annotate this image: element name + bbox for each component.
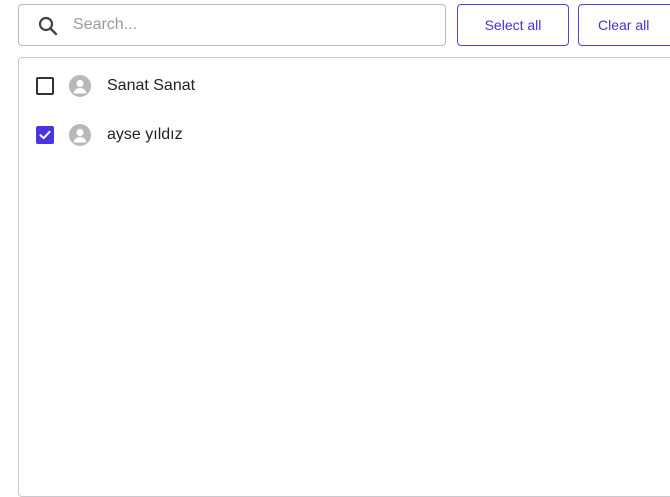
checkbox[interactable] (36, 77, 54, 95)
search-input[interactable] (73, 5, 433, 45)
person-icon (69, 124, 91, 146)
user-list: Sanat Sanat ayse yıldız (18, 57, 670, 497)
person-icon (69, 75, 91, 97)
checkmark-icon (39, 130, 51, 140)
search-box[interactable] (18, 4, 446, 46)
clear-all-button[interactable]: Clear all (578, 4, 670, 46)
list-item-label: ayse yıldız (107, 126, 183, 143)
select-all-button[interactable]: Select all (457, 4, 569, 46)
list-item-label: Sanat Sanat (107, 77, 196, 94)
checkbox[interactable] (36, 126, 54, 144)
list-item[interactable]: ayse yıldız (19, 114, 659, 154)
list-item[interactable]: Sanat Sanat (19, 65, 659, 105)
search-icon (38, 16, 58, 36)
